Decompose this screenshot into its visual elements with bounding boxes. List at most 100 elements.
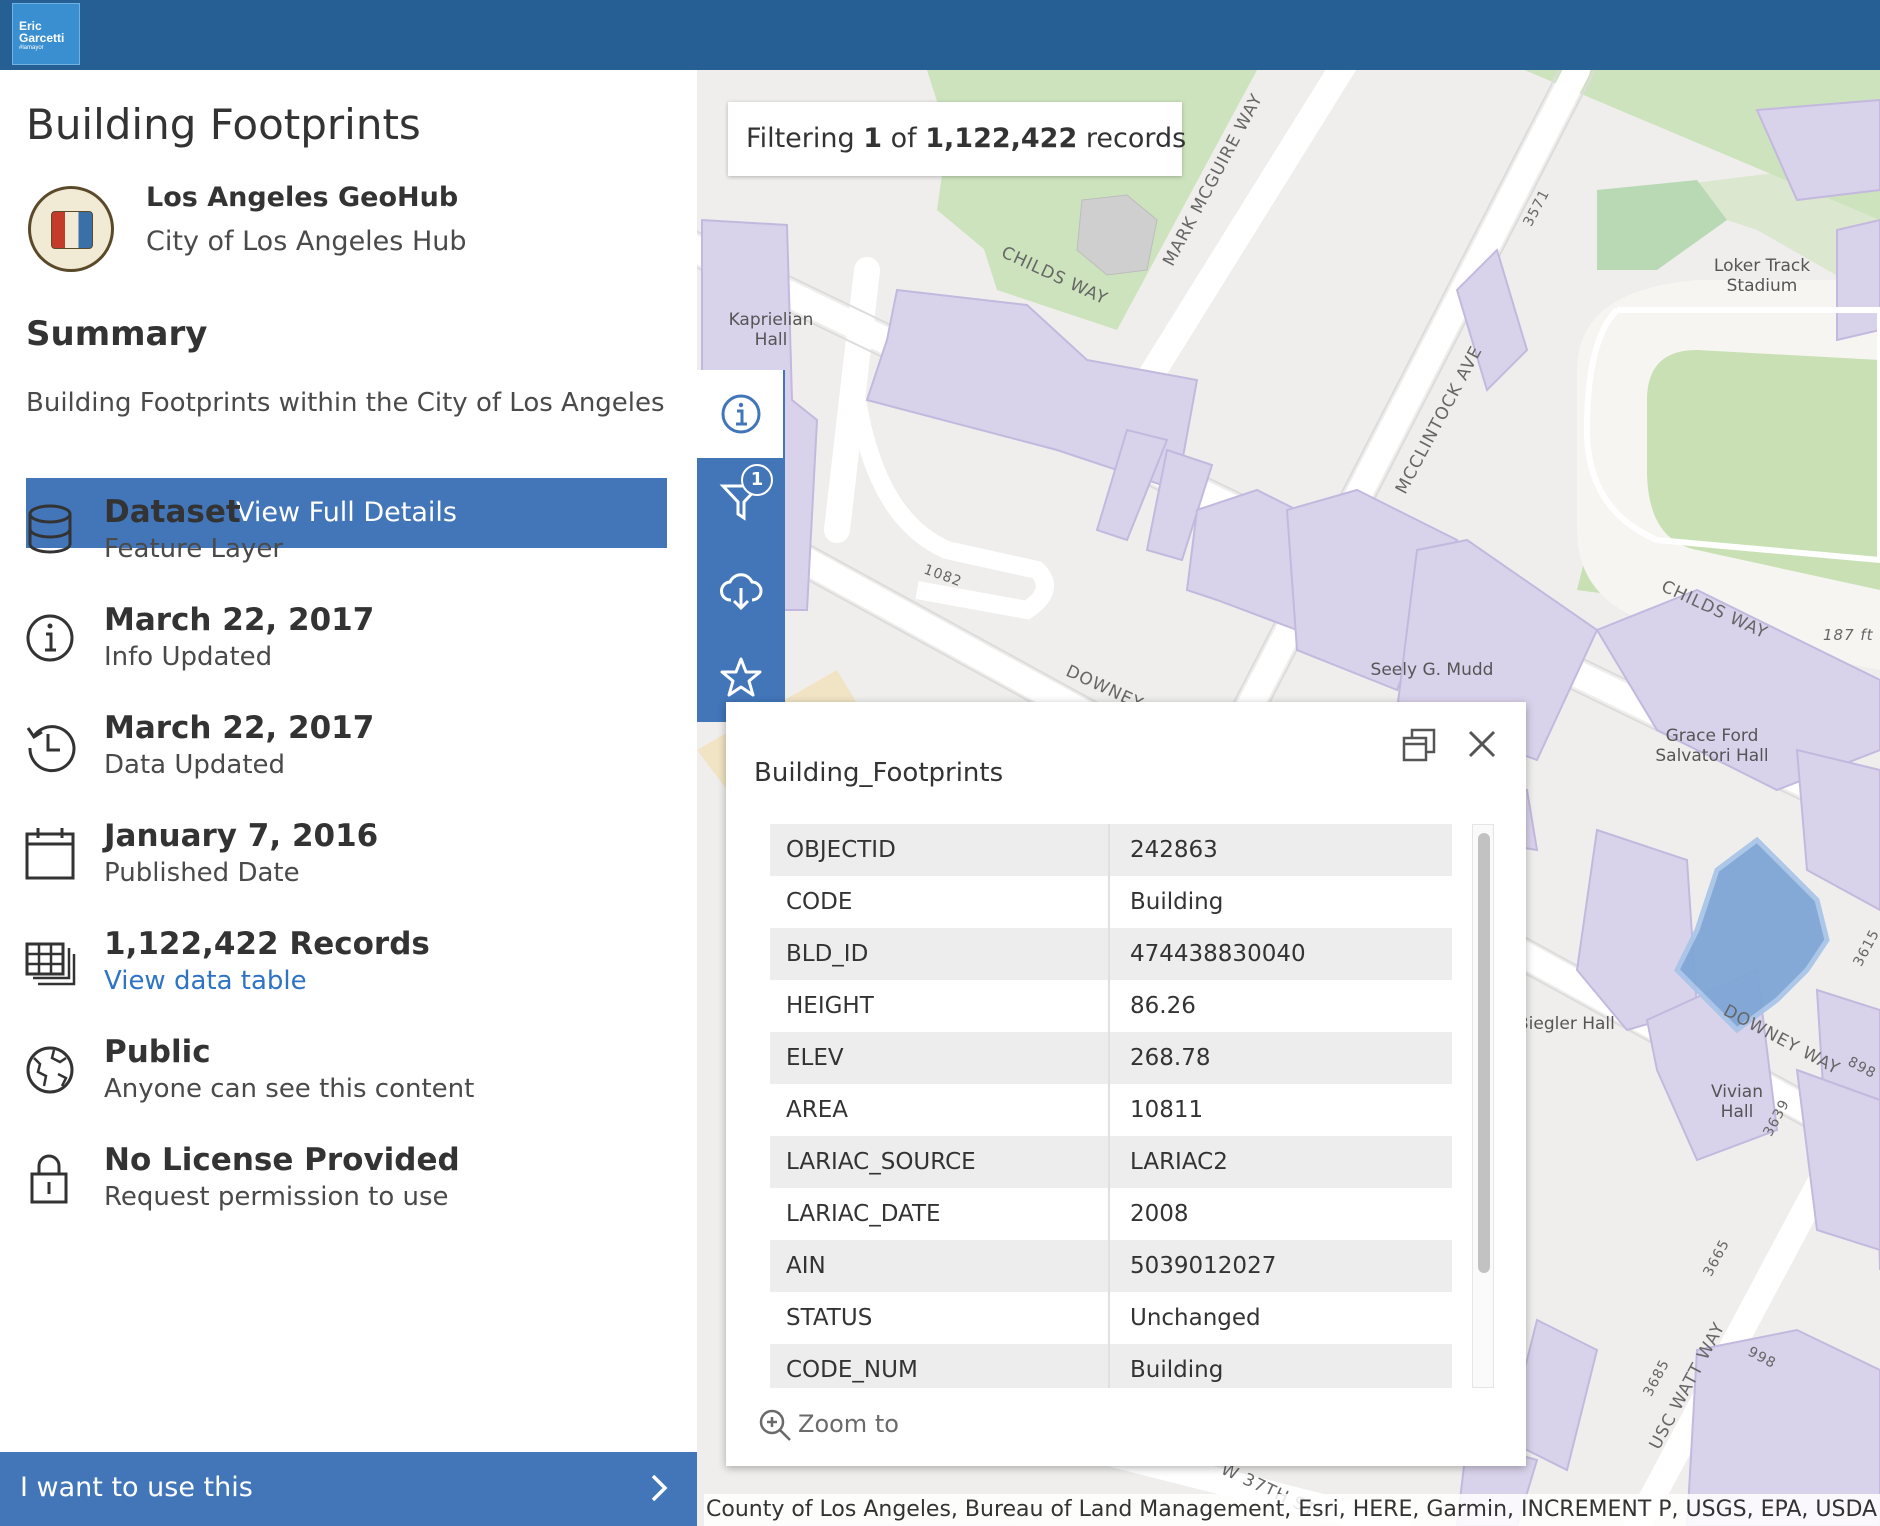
attr-value: 268.78 [1130,1045,1211,1071]
filter-status-box: Filtering 1 of 1,122,422 records [728,102,1186,176]
meta-published: January 7, 2016 Published Date [0,818,697,908]
star-icon [720,657,762,697]
filter-tab[interactable] [697,458,785,546]
table-row: BLD_ID 474438830040 [770,928,1452,980]
table-row: LARIAC_DATE 2008 [770,1188,1452,1240]
database-icon [28,504,72,554]
history-icon [26,725,76,773]
table-icon [25,942,76,986]
attr-key: LARIAC_SOURCE [770,1136,1110,1188]
map-attribution: County of Los Angeles, Bureau of Land Ma… [704,1494,1880,1526]
meta-info-updated: March 22, 2017 Info Updated [0,602,697,692]
info-icon [721,394,761,434]
attr-key: CODE_NUM [770,1344,1110,1388]
meta-title: March 22, 2017 [104,602,375,638]
attr-value: Building [1130,1357,1224,1383]
lock-icon [30,1154,68,1204]
close-icon[interactable] [1466,728,1498,760]
meta-title: Public [104,1034,211,1070]
attr-key: STATUS [770,1292,1110,1344]
table-row: LARIAC_SOURCE LARIAC2 [770,1136,1452,1188]
attr-value: 86.26 [1130,993,1196,1019]
attr-key: HEIGHT [770,980,1110,1032]
attr-key: OBJECTID [770,824,1110,876]
summary-heading: Summary [26,314,208,354]
zoom-to-label: Zoom to [798,1410,899,1438]
meta-title: January 7, 2016 [104,818,379,854]
attr-key: LARIAC_DATE [770,1188,1110,1240]
org-subtitle: City of Los Angeles Hub [146,226,467,257]
attr-value: Building [1130,889,1224,915]
table-row: CODE_NUM Building [770,1344,1452,1388]
attr-key: ELEV [770,1032,1110,1084]
attr-value: 2008 [1130,1201,1189,1227]
popup-scrollbar[interactable] [1472,824,1494,1388]
table-row: ELEV 268.78 [770,1032,1452,1084]
info-panel: Building Footprints Los Angeles GeoHub C… [0,70,697,1526]
filter-count-badge: 1 [741,464,773,496]
chevron-right-icon [651,1474,668,1502]
meta-access: Public Anyone can see this content [0,1034,697,1124]
download-tab[interactable] [697,546,785,634]
info-icon [26,614,74,662]
map-label-kaprielian: Kaprielian Hall [728,310,814,350]
attr-key: AIN [770,1240,1110,1292]
cta-label: I want to use this [20,1472,253,1503]
attr-key: CODE [770,876,1110,928]
logo-line-3: #lamayor [19,45,44,51]
meta-subtitle: Data Updated [104,750,286,780]
filter-count: 1 [863,123,883,154]
city-seal-logo [28,186,114,272]
dock-icon[interactable] [1402,728,1436,762]
meta-title: No License Provided [104,1142,460,1178]
cloud-download-icon [720,573,763,611]
meta-subtitle: Feature Layer [104,534,284,564]
attr-value: 5039012027 [1130,1253,1277,1279]
attr-value: 242863 [1130,837,1218,863]
meta-title: Dataset [104,494,241,530]
table-row: HEIGHT 86.26 [770,980,1452,1032]
map-label-seely: Seely G. Mudd [1370,660,1494,680]
filter-mid: of [890,123,917,154]
info-tab[interactable] [697,370,783,458]
table-row: STATUS Unchanged [770,1292,1452,1344]
scrollbar-thumb[interactable] [1478,833,1490,1273]
meta-subtitle: Published Date [104,858,300,888]
feature-popup: Building_Footprints OBJECTID 242863 CODE… [726,702,1526,1466]
table-row: AREA 10811 [770,1084,1452,1136]
attr-key: BLD_ID [770,928,1110,980]
meta-title: March 22, 2017 [104,710,375,746]
attr-key: AREA [770,1084,1110,1136]
filter-total: 1,122,422 [925,123,1078,154]
meta-data-updated: March 22, 2017 Data Updated [0,710,697,800]
i-want-to-use-this-button[interactable]: I want to use this [0,1452,697,1526]
popup-title: Building_Footprints [754,758,1004,788]
logo-line-2: Garcetti [19,31,65,45]
meta-dataset: Dataset Feature Layer [0,494,697,584]
table-row: CODE Building [770,876,1452,928]
view-data-table-link[interactable]: View data table [104,966,307,996]
filter-prefix: Filtering [746,123,855,154]
table-row: OBJECTID 242863 [770,824,1452,876]
map-side-toolbar: 1 [697,370,785,722]
filter-suffix: records [1085,123,1187,154]
globe-icon [26,1046,74,1094]
site-logo[interactable]: Eric Garcetti #lamayor [12,3,80,65]
elevation-label: 187 ft [1823,626,1874,644]
attr-value: 10811 [1130,1097,1204,1123]
attr-value: 474438830040 [1130,941,1306,967]
attr-value: Unchanged [1130,1305,1261,1331]
meta-subtitle: Request permission to use [104,1182,449,1212]
zoom-in-icon [759,1409,791,1441]
page-title: Building Footprints [26,100,421,149]
org-name[interactable]: Los Angeles GeoHub [146,182,458,213]
map-label-vivian: Vivian Hall [1711,1082,1763,1122]
attr-value: LARIAC2 [1130,1149,1228,1175]
map-label-biegler: Biegler Hall [1517,1014,1615,1034]
summary-text: Building Footprints within the City of L… [26,388,665,418]
meta-subtitle: Info Updated [104,642,273,672]
meta-subtitle: Anyone can see this content [104,1074,475,1104]
meta-license: No License Provided Request permission t… [0,1142,697,1232]
table-row: AIN 5039012027 [770,1240,1452,1292]
attribute-table: OBJECTID 242863 CODE Building BLD_ID 474… [770,824,1452,1388]
